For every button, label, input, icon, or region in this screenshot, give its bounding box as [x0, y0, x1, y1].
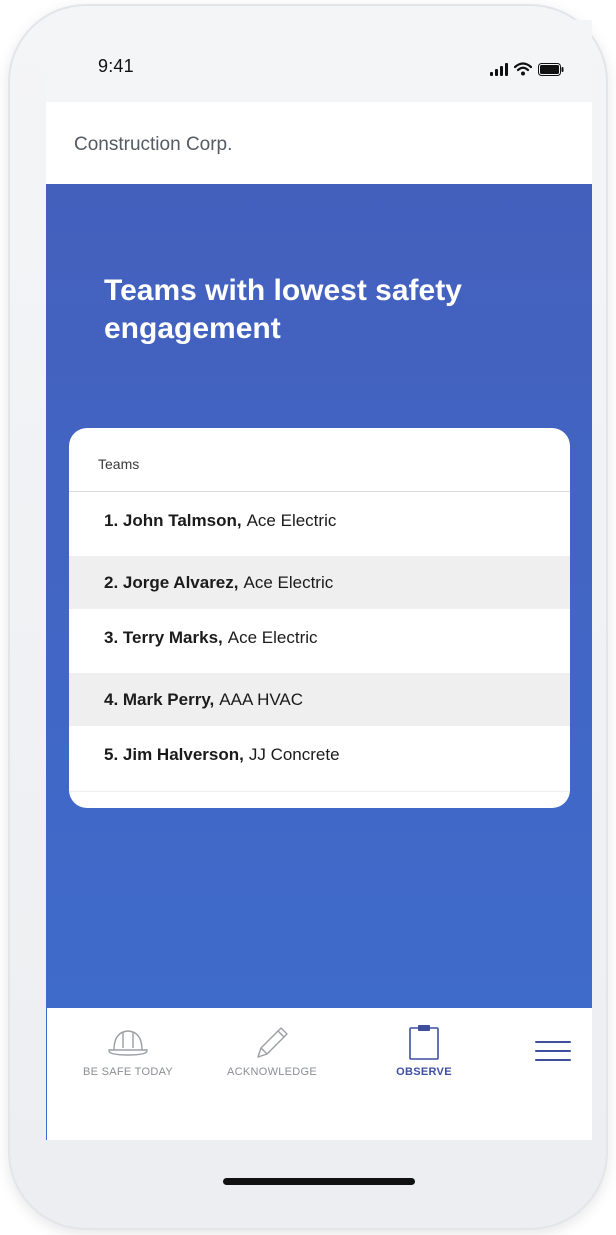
pencil-icon	[207, 1022, 337, 1062]
hamburger-menu-icon[interactable]	[535, 1038, 571, 1064]
hard-hat-icon	[63, 1022, 193, 1062]
team-name: 5. Jim Halverson,	[104, 745, 244, 764]
wifi-icon	[514, 62, 532, 76]
app-header: Construction Corp.	[46, 102, 592, 184]
table-row[interactable]: 5. Jim Halverson, JJ Concrete	[69, 726, 570, 784]
teams-card: Teams 1. John Talmson, Ace Electric 2. J…	[69, 428, 570, 808]
team-company: AAA HVAC	[219, 689, 304, 709]
tab-label: ACKNOWLEDGE	[226, 1066, 318, 1078]
battery-icon	[538, 63, 564, 76]
phone-frame: 9:41 Construction Corp. Teams with lowes…	[8, 4, 608, 1230]
signal-icon	[490, 62, 508, 76]
team-name: 3. Terry Marks,	[104, 628, 223, 647]
status-icons	[490, 62, 564, 76]
table-row[interactable]: 4. Mark Perry, AAA HVAC	[69, 673, 570, 726]
team-name: 2. Jorge Alvarez,	[104, 572, 239, 592]
team-name: 1. John Talmson,	[104, 511, 242, 530]
tab-be-safe-today[interactable]: BE SAFE TODAY	[63, 1022, 193, 1078]
page-title: Teams with lowest safety engagement	[104, 274, 462, 345]
home-indicator[interactable]	[223, 1178, 415, 1185]
tab-observe[interactable]: OBSERVE	[359, 1022, 489, 1078]
tab-acknowledge[interactable]: ACKNOWLEDGE	[207, 1022, 337, 1078]
clipboard-icon	[359, 1022, 489, 1062]
tab-label: OBSERVE	[396, 1066, 452, 1078]
team-name: 4. Mark Perry,	[104, 689, 215, 709]
card-divider	[69, 791, 570, 792]
team-company: JJ Concrete	[248, 745, 340, 764]
team-company: Ace Electric	[246, 511, 337, 530]
hero-section: Teams with lowest safety engagement Team…	[46, 184, 592, 1008]
table-row[interactable]: 1. John Talmson, Ace Electric	[69, 492, 570, 550]
teams-card-header: Teams	[69, 428, 570, 492]
team-company: Ace Electric	[227, 628, 318, 647]
table-row[interactable]: 3. Terry Marks, Ace Electric	[69, 609, 570, 667]
status-time: 9:41	[98, 56, 134, 76]
tab-label: BE SAFE TODAY	[82, 1066, 174, 1078]
team-company: Ace Electric	[243, 572, 334, 592]
bottom-tab-bar: BE SAFE TODAY ACKNOWLEDGE OBSERVE	[46, 1008, 592, 1140]
status-bar: 9:41	[46, 20, 592, 102]
screen: 9:41 Construction Corp. Teams with lowes…	[46, 20, 592, 1140]
company-name: Construction Corp.	[74, 134, 233, 155]
table-row[interactable]: 2. Jorge Alvarez, Ace Electric	[69, 556, 570, 609]
